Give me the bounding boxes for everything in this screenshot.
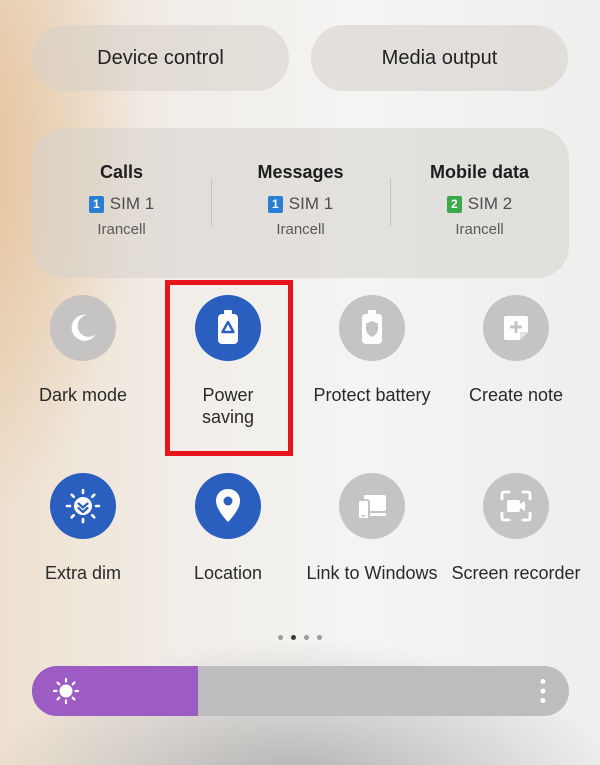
media-output-label: Media output — [381, 46, 498, 69]
sim-messages[interactable]: Messages 1 SIM 1 Irancell — [211, 162, 390, 238]
sim-messages-operator: Irancell — [276, 221, 325, 238]
tile-label: Location — [193, 563, 263, 583]
highlight-box — [165, 280, 293, 456]
link-windows-icon — [339, 473, 405, 539]
sim-messages-sim: SIM 1 — [288, 194, 334, 213]
dim-sun-icon — [50, 473, 116, 539]
tile-label: Link to Windows — [306, 563, 438, 583]
tile-dark-mode[interactable]: Dark mode — [9, 295, 157, 406]
page-indicator[interactable] — [0, 635, 600, 640]
sim-calls-title: Calls — [99, 162, 144, 182]
tile-label: Screen recorder — [451, 563, 581, 583]
brightness-slider[interactable] — [32, 666, 569, 716]
device-control-button[interactable]: Device control — [32, 25, 289, 91]
tile-link-to-windows[interactable]: Link to Windows — [298, 473, 446, 584]
page-dot — [317, 635, 322, 640]
sim-mobile-data[interactable]: Mobile data 2 SIM 2 Irancell — [390, 162, 569, 238]
sim-badge-icon: 1 — [267, 195, 283, 213]
more-vertical-icon[interactable] — [539, 678, 547, 704]
note-plus-icon — [483, 295, 549, 361]
sim-messages-title: Messages — [257, 162, 344, 182]
media-output-button[interactable]: Media output — [311, 25, 568, 91]
sim-badge-icon: 2 — [446, 195, 462, 213]
page-dot — [278, 635, 283, 640]
tile-label: Create note — [468, 385, 564, 405]
sim-badge-icon: 1 — [88, 195, 104, 213]
tile-label: Dark mode — [38, 385, 128, 405]
sim-calls-operator: Irancell — [97, 221, 146, 238]
battery-shield-icon — [339, 295, 405, 361]
sim-mobile-data-title: Mobile data — [429, 162, 529, 182]
device-control-label: Device control — [97, 46, 224, 69]
sim-calls[interactable]: Calls 1 SIM 1 Irancell — [32, 162, 211, 238]
sim-mobile-data-operator: Irancell — [455, 221, 504, 238]
moon-icon — [50, 295, 116, 361]
sim-calls-sim: SIM 1 — [109, 194, 155, 213]
tile-label: Extra dim — [44, 563, 122, 583]
sim-mobile-data-sim: SIM 2 — [467, 194, 513, 213]
tile-location[interactable]: Location — [154, 473, 302, 584]
screen-recorder-icon — [483, 473, 549, 539]
tile-protect-battery[interactable]: Protect battery — [298, 295, 446, 406]
location-pin-icon — [195, 473, 261, 539]
sim-manager-panel[interactable]: Calls 1 SIM 1 Irancell Messages 1 SIM 1 … — [32, 128, 569, 278]
tile-label: Protect battery — [313, 385, 431, 405]
page-dot — [304, 635, 309, 640]
tile-screen-recorder[interactable]: Screen recorder — [442, 473, 590, 584]
page-dot — [291, 635, 296, 640]
sun-icon — [52, 677, 80, 705]
tile-create-note[interactable]: Create note — [442, 295, 590, 406]
tile-extra-dim[interactable]: Extra dim — [9, 473, 157, 584]
